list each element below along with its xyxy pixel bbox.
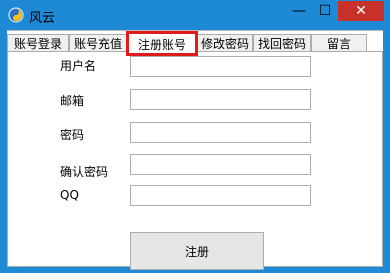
maximize-button[interactable]: ☐ [312, 1, 338, 21]
app-logo-icon [8, 7, 24, 23]
minimize-button[interactable]: — [286, 1, 312, 21]
password-input[interactable] [130, 122, 311, 143]
confirm-password-input[interactable] [130, 154, 311, 175]
password-label: 密码 [60, 128, 85, 142]
title-bar[interactable]: 风云 — ☐ ✕ [0, 0, 390, 30]
qq-input[interactable] [130, 185, 311, 206]
register-button[interactable]: 注册 [130, 232, 264, 270]
username-input[interactable] [130, 56, 311, 77]
client-area: 账号登录 账号充值 注册账号 修改密码 找回密码 留言 用户名 邮箱 密码 确认… [7, 30, 383, 270]
username-label: 用户名 [60, 59, 97, 73]
app-window: 风云 — ☐ ✕ 账号登录 账号充值 注册账号 修改密码 找回密码 留言 用户名… [0, 0, 390, 273]
register-panel: 用户名 邮箱 密码 确认密码 QQ 注册 [7, 51, 383, 270]
qq-label: QQ [60, 188, 79, 202]
tab-register-account[interactable]: 注册账号 [126, 31, 198, 56]
email-input[interactable] [130, 89, 311, 110]
confirm-password-label: 确认密码 [60, 165, 109, 179]
window-title: 风云 [29, 11, 56, 26]
close-button[interactable]: ✕ [338, 1, 384, 21]
email-label: 邮箱 [60, 94, 85, 108]
